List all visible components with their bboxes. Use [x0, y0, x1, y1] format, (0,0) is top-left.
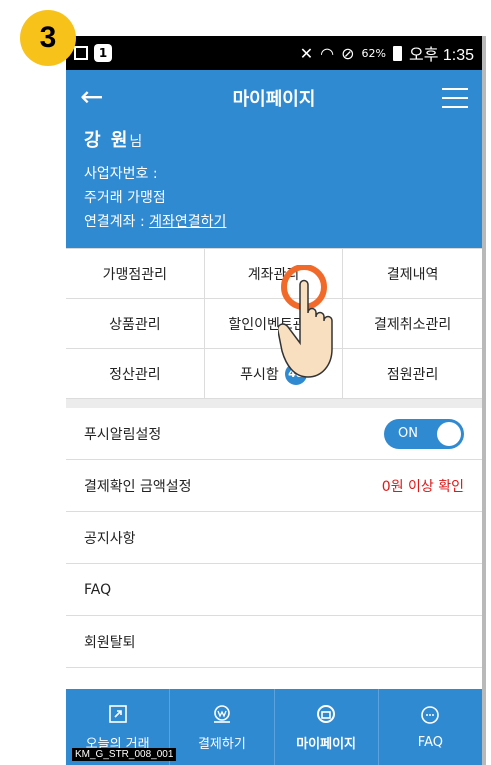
screen-id-watermark: KM_G_STR_008_001	[72, 748, 177, 761]
clock: 오후 1:35	[408, 47, 474, 64]
profile-header: ← 마이페이지 강 원님 사업자번호 : 주거래 가맹점 연결계좌 : 계좌연결…	[66, 70, 482, 248]
menu-label: 결제취소관리	[374, 316, 452, 333]
section-divider	[66, 399, 482, 408]
step-number-badge: 3	[20, 10, 76, 66]
external-link-icon	[108, 704, 127, 723]
faq-label: FAQ	[84, 581, 112, 598]
user-name-suffix: 님	[129, 134, 143, 150]
payment-amount-setting-row[interactable]: 결제확인 금액설정 0원 이상 확인	[66, 460, 482, 512]
nav-label: 결제하기	[197, 736, 246, 752]
menu-label: 상품관리	[109, 316, 161, 333]
menu-product-management[interactable]: 상품관리	[66, 299, 205, 349]
menu-label: 정산관리	[109, 366, 161, 383]
notification-count-icon: 1	[94, 44, 112, 62]
notice-label: 공지사항	[84, 530, 136, 547]
blocked-icon: ⊘	[341, 43, 355, 63]
phone-screen: 1 ✕ ◠ ⊘ 62% 오후 1:35 ← 마이페이지 강 원님 사업자번호 :…	[66, 36, 486, 765]
nav-my-page[interactable]: 마이페이지	[275, 689, 379, 765]
withdraw-label: 회원탈퇴	[84, 634, 136, 651]
nav-make-payment[interactable]: 결제하기	[170, 689, 275, 765]
back-arrow-icon[interactable]: ←	[80, 80, 103, 113]
toggle-knob	[437, 421, 461, 446]
linked-account-label: 연결계좌 :	[84, 214, 150, 230]
chat-bubble-icon	[421, 705, 440, 724]
main-merchant-label: 주거래 가맹점	[84, 190, 166, 206]
menu-merchant-management[interactable]: 가맹점관리	[66, 249, 205, 299]
business-number-label: 사업자번호 :	[84, 166, 158, 182]
screen-icon	[74, 46, 88, 60]
nav-label: 마이페이지	[296, 736, 357, 752]
linked-account-row: 연결계좌 : 계좌연결하기	[84, 210, 464, 234]
mute-icon: ✕	[299, 43, 314, 63]
wifi-icon: ◠	[320, 43, 335, 63]
menu-payment-history[interactable]: 결제내역	[343, 249, 482, 299]
push-toggle[interactable]: ON	[384, 418, 464, 449]
battery-icon	[392, 45, 402, 61]
status-bar: 1 ✕ ◠ ⊘ 62% 오후 1:35	[66, 36, 482, 70]
won-coin-icon	[213, 704, 230, 723]
settings-list: 푸시알림설정 ON 결제확인 금액설정 0원 이상 확인 공지사항 FAQ 회원…	[66, 408, 482, 668]
payment-amount-value: 0원 이상 확인	[381, 478, 464, 495]
nav-faq[interactable]: FAQ	[379, 689, 482, 765]
user-name: 강 원님	[84, 126, 464, 152]
page-title: 마이페이지	[232, 89, 316, 110]
push-toggle-label: ON	[398, 426, 418, 441]
user-name-text: 강 원	[84, 130, 130, 151]
hamburger-menu-icon[interactable]	[442, 88, 468, 115]
menu-settlement-management[interactable]: 정산관리	[66, 349, 205, 399]
notice-row[interactable]: 공지사항	[66, 512, 482, 564]
menu-label: 결제내역	[386, 266, 439, 283]
nav-label: FAQ	[417, 734, 443, 750]
battery-percent: 62%	[361, 46, 386, 60]
push-setting-label: 푸시알림설정	[84, 426, 162, 443]
tap-hand-icon	[278, 265, 333, 378]
menu-staff-management[interactable]: 점원관리	[343, 349, 482, 399]
menu-payment-cancel-management[interactable]: 결제취소관리	[343, 299, 482, 349]
menu-label: 푸시함	[240, 366, 279, 383]
menu-grid: 가맹점관리 계좌관리 결제내역 상품관리 할인이벤트관리 결제취소관리 정산관리…	[66, 248, 482, 399]
faq-row[interactable]: FAQ	[66, 564, 482, 616]
folder-circle-icon	[317, 704, 336, 723]
menu-label: 점원관리	[386, 366, 439, 383]
menu-label: 가맹점관리	[102, 266, 168, 283]
payment-amount-label: 결제확인 금액설정	[84, 478, 192, 495]
withdraw-row[interactable]: 회원탈퇴	[66, 616, 482, 668]
connect-account-link[interactable]: 계좌연결하기	[149, 214, 226, 230]
push-setting-row: 푸시알림설정 ON	[66, 408, 482, 460]
